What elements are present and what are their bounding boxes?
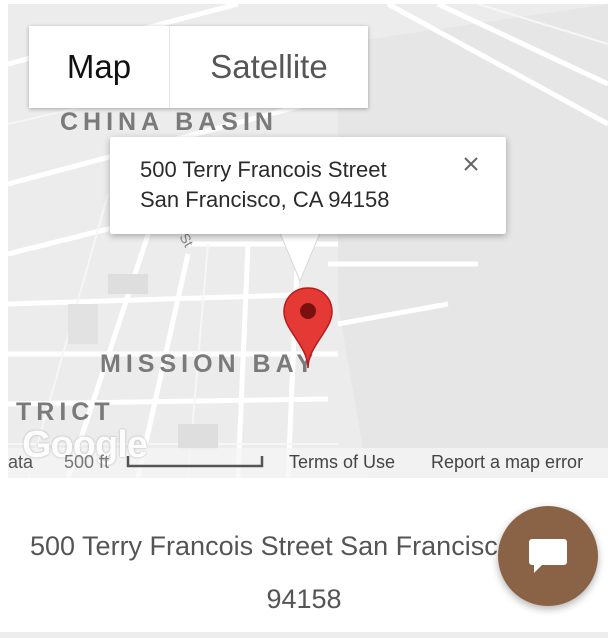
map-type-control: Map Satellite [29, 26, 368, 108]
map-type-map-button[interactable]: Map [29, 26, 170, 108]
info-window: 500 Terry Francois Street San Francisco,… [110, 137, 506, 234]
chat-bubble-icon [529, 539, 567, 573]
scale-label: 500 ft [64, 452, 110, 472]
chat-button[interactable] [498, 506, 598, 606]
report-map-error-link[interactable]: Report a map error [431, 452, 583, 473]
map-view[interactable]: Map Satellite CHINA BASIN MISSION BAY TR… [8, 4, 608, 478]
info-window-tail [280, 233, 320, 283]
info-window-address-line2: San Francisco, CA 94158 [140, 187, 390, 212]
map-type-satellite-button[interactable]: Satellite [170, 26, 368, 108]
info-window-address-line1: 500 Terry Francois Street [140, 157, 387, 182]
close-icon[interactable] [460, 153, 482, 175]
address-line2: 94158 [266, 584, 342, 614]
area-label-china-basin: CHINA BASIN [60, 108, 278, 136]
terms-of-use-link[interactable]: Terms of Use [289, 452, 395, 473]
map-marker-icon[interactable] [282, 286, 334, 370]
scale-bar [126, 456, 264, 468]
page-divider [0, 632, 608, 638]
area-label-district: TRICT [16, 398, 115, 426]
map-data-attribution: ata [8, 452, 34, 472]
